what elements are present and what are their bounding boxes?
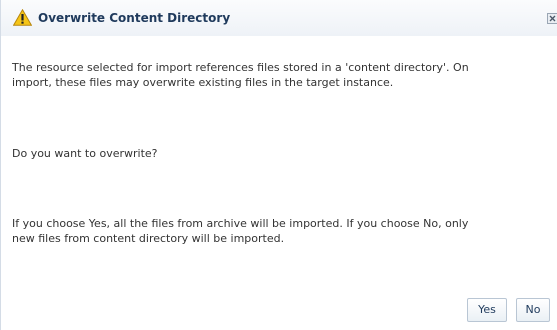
choice-explanation: If you choose Yes, all the files from ar… [12,216,468,246]
dialog-title: Overwrite Content Directory [38,11,231,25]
overwrite-dialog: Overwrite Content Directory The resource… [0,0,557,330]
yes-button[interactable]: Yes [467,298,507,322]
warning-icon [13,9,32,26]
dialog-titlebar: Overwrite Content Directory [1,0,557,36]
message-line: If you choose Yes, all the files from ar… [12,217,469,230]
import-warning-message: The resource selected for import referen… [12,60,469,90]
message-line: The resource selected for import referen… [12,61,469,74]
close-icon[interactable] [547,13,557,24]
message-line: new files from content directory will be… [12,232,285,245]
no-button[interactable]: No [516,298,550,322]
overwrite-question: Do you want to overwrite? [12,147,158,160]
message-line: import, these files may overwrite existi… [12,76,394,89]
